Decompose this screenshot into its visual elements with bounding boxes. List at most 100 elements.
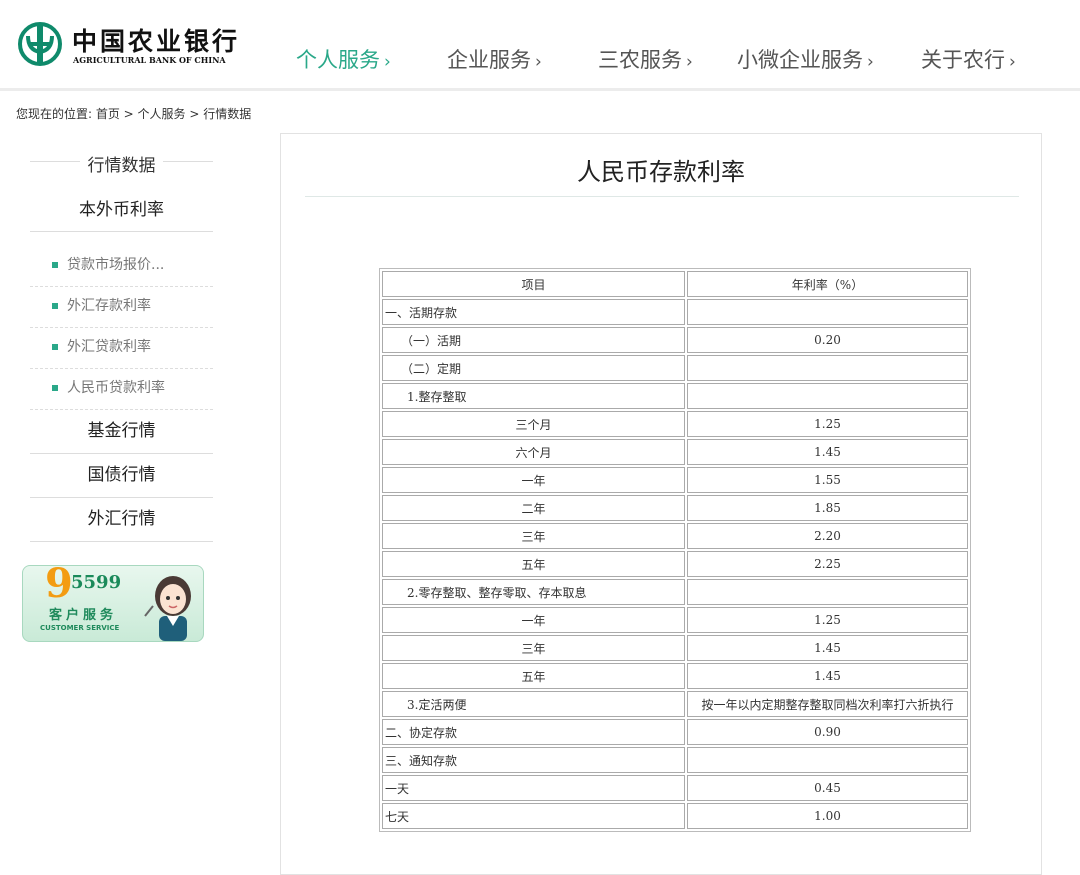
abc-logo-icon — [18, 22, 62, 66]
page-title: 人民币存款利率 — [577, 158, 745, 186]
nav-label: 企业服务 — [447, 48, 531, 72]
table-row: 2.零存整取、整存零取、存本取息 — [382, 579, 968, 605]
table-cell-item: 一年 — [382, 607, 685, 633]
customer-service-label: 客户服务 — [49, 608, 118, 623]
chevron-right-icon: › — [535, 52, 542, 72]
table-row: （二）定期 — [382, 355, 968, 381]
table-cell-rate — [687, 579, 968, 605]
sidebar-item-rates[interactable]: 本外币利率 — [30, 182, 213, 232]
bullet-icon — [52, 303, 58, 309]
sidebar-subitem-label: 贷款市场报价... — [67, 257, 165, 273]
sidebar-subitem-lpr[interactable]: 贷款市场报价... — [30, 246, 213, 287]
table-header-cell: 项目 — [382, 271, 685, 297]
table-cell-item: 三年 — [382, 635, 685, 661]
title-divider — [305, 196, 1019, 197]
chevron-right-icon: › — [1009, 52, 1016, 72]
table-row: 二、协定存款 0.90 — [382, 719, 968, 745]
table-cell-item: 五年 — [382, 663, 685, 689]
hotline-big-digit: 9 — [45, 565, 73, 607]
sidebar-subitem-fx-loan[interactable]: 外汇贷款利率 — [30, 328, 213, 369]
table-cell-rate — [687, 383, 968, 409]
table-header-cell: 年利率（%） — [687, 271, 968, 297]
chevron-right-icon: › — [867, 52, 874, 72]
sidebar-subitem-label: 外汇存款利率 — [67, 298, 151, 314]
table-row: 三年 2.20 — [382, 523, 968, 549]
table-cell-item: 三个月 — [382, 411, 685, 437]
table-cell-item: 一年 — [382, 467, 685, 493]
sidebar-subitem-fx-deposit[interactable]: 外汇存款利率 — [30, 287, 213, 328]
sidebar-subitem-label: 人民币贷款利率 — [67, 380, 165, 396]
customer-service-en-label: CUSTOMER SERVICE — [40, 624, 120, 632]
main-content-panel: 人民币存款利率 项目 年利率（%） 一、活期存款 （一）活期 0.20 （二）定… — [280, 133, 1042, 875]
table-cell-item: 一天 — [382, 775, 685, 801]
bullet-icon — [52, 262, 58, 268]
sidebar-item-funds[interactable]: 基金行情 — [30, 410, 213, 454]
table-cell-rate: 0.90 — [687, 719, 968, 745]
logo-english-name: AGRICULTURAL BANK OF CHINA — [73, 55, 226, 65]
sidebar-heading: 行情数据 — [30, 140, 213, 182]
sidebar-item-treasury-bonds[interactable]: 国债行情 — [30, 454, 213, 498]
table-cell-rate — [687, 299, 968, 325]
deposit-rate-table: 项目 年利率（%） 一、活期存款 （一）活期 0.20 （二）定期 1.整存整取… — [379, 268, 971, 832]
table-cell-rate: 2.25 — [687, 551, 968, 577]
table-row: 五年 2.25 — [382, 551, 968, 577]
table-cell-item: 2.零存整取、整存零取、存本取息 — [382, 579, 685, 605]
nav-label: 个人服务 — [296, 48, 380, 72]
table-cell-item: 六个月 — [382, 439, 685, 465]
chevron-right-icon: › — [384, 52, 391, 72]
table-row: 一年 1.55 — [382, 467, 968, 493]
nav-label: 三农服务 — [598, 48, 682, 72]
nav-about-abc[interactable]: 关于农行 › — [921, 44, 1016, 74]
table-cell-item: 三、通知存款 — [382, 747, 685, 773]
bullet-icon — [52, 344, 58, 350]
sidebar-subitem-rmb-loan[interactable]: 人民币贷款利率 — [30, 369, 213, 410]
nav-small-business-services[interactable]: 小微企业服务 › — [737, 44, 874, 74]
table-cell-rate: 按一年以内定期整存整取同档次利率打六折执行 — [687, 691, 968, 717]
table-cell-rate: 1.45 — [687, 635, 968, 661]
table-row: 三、通知存款 — [382, 747, 968, 773]
customer-service-banner[interactable]: 9 5599 客户服务 CUSTOMER SERVICE — [22, 565, 204, 642]
table-cell-rate: 1.25 — [687, 607, 968, 633]
table-row: （一）活期 0.20 — [382, 327, 968, 353]
table-cell-item: 二年 — [382, 495, 685, 521]
bullet-icon — [52, 385, 58, 391]
table-cell-item: （二）定期 — [382, 355, 685, 381]
service-agent-avatar-icon — [144, 576, 191, 641]
table-cell-rate: 1.85 — [687, 495, 968, 521]
table-cell-item: 三年 — [382, 523, 685, 549]
table-cell-item: 二、协定存款 — [382, 719, 685, 745]
table-cell-item: 五年 — [382, 551, 685, 577]
table-cell-rate: 1.00 — [687, 803, 968, 829]
table-cell-rate — [687, 747, 968, 773]
table-header-row: 项目 年利率（%） — [382, 271, 968, 297]
nav-enterprise-services[interactable]: 企业服务 › — [447, 44, 542, 74]
table-cell-rate: 0.20 — [687, 327, 968, 353]
nav-label: 小微企业服务 — [737, 48, 863, 72]
logo-chinese-name: 中国农业银行 — [72, 27, 241, 56]
table-row: 七天 1.00 — [382, 803, 968, 829]
table-cell-rate: 2.20 — [687, 523, 968, 549]
site-header: 中国农业银行 AGRICULTURAL BANK OF CHINA 个人服务 › … — [0, 0, 1080, 91]
chevron-right-icon: › — [686, 52, 693, 72]
sidebar-sublist: 贷款市场报价... 外汇存款利率 外汇贷款利率 人民币贷款利率 — [30, 232, 213, 410]
table-cell-item: 1.整存整取 — [382, 383, 685, 409]
sidebar: 行情数据 本外币利率 贷款市场报价... 外汇存款利率 外汇贷款利率 人民币贷款… — [30, 140, 213, 542]
table-cell-rate: 1.45 — [687, 439, 968, 465]
bank-logo[interactable]: 中国农业银行 AGRICULTURAL BANK OF CHINA — [18, 22, 258, 72]
table-row: 一年 1.25 — [382, 607, 968, 633]
sidebar-item-forex[interactable]: 外汇行情 — [30, 498, 213, 542]
table-cell-item: 一、活期存款 — [382, 299, 685, 325]
table-cell-rate — [687, 355, 968, 381]
table-row: 一、活期存款 — [382, 299, 968, 325]
table-row: 一天 0.45 — [382, 775, 968, 801]
sidebar-subitem-label: 外汇贷款利率 — [67, 339, 151, 355]
table-row: 五年 1.45 — [382, 663, 968, 689]
sidebar-heading-label: 行情数据 — [87, 156, 156, 176]
breadcrumb: 您现在的位置: 首页 > 个人服务 > 行情数据 — [16, 107, 252, 121]
nav-label: 关于农行 — [921, 48, 1005, 72]
table-row: 二年 1.85 — [382, 495, 968, 521]
nav-agriculture-services[interactable]: 三农服务 › — [598, 44, 693, 74]
nav-personal-services[interactable]: 个人服务 › — [296, 44, 391, 74]
table-cell-rate: 1.25 — [687, 411, 968, 437]
table-cell-rate: 0.45 — [687, 775, 968, 801]
